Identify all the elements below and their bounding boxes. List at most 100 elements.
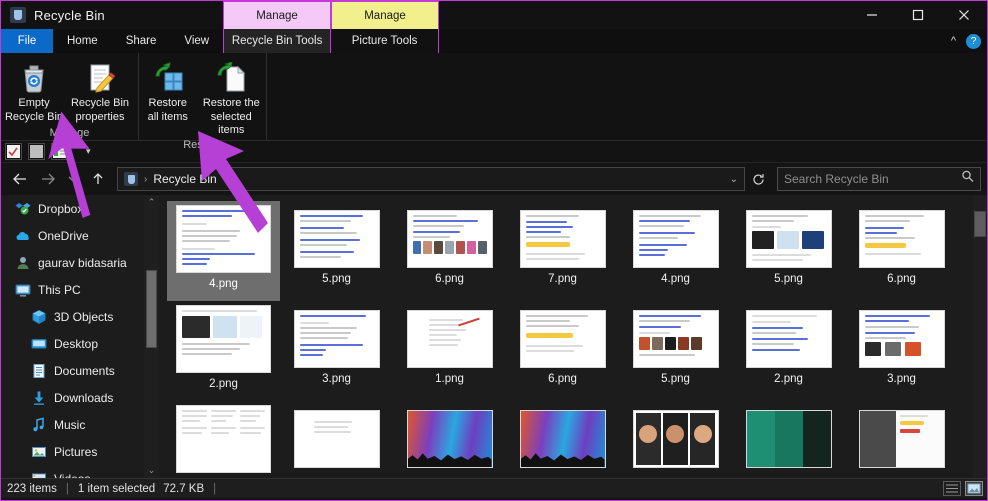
file-tile[interactable]: 7.png [506, 201, 619, 301]
breadcrumb-dropdown-icon[interactable]: ⌄ [730, 174, 738, 185]
file-tile[interactable] [280, 401, 393, 478]
file-tile[interactable] [506, 401, 619, 478]
sidebar-item-downloads[interactable]: Downloads [1, 384, 159, 411]
chevron-up-icon[interactable]: ^ [951, 35, 956, 47]
back-button[interactable] [7, 166, 33, 192]
file-tile[interactable] [619, 401, 732, 478]
minimize-button[interactable] [849, 1, 895, 29]
tab-picture-tools-label: Picture Tools [351, 35, 418, 47]
file-tile[interactable]: 3.png [280, 301, 393, 401]
file-tile[interactable]: 6.png [506, 301, 619, 401]
ribbon-group-restore-items: Restore all items Restore the selected i… [139, 53, 266, 137]
sidebar-item-desktop[interactable]: Desktop [1, 330, 159, 357]
sidebar-item-videos[interactable]: Videos [1, 465, 159, 478]
sidebar-scrollbar[interactable]: ⌃ ⌄ [144, 195, 159, 478]
tab-recycle-bin-tools[interactable]: Recycle Bin Tools [223, 29, 332, 53]
blank-icon[interactable] [28, 143, 45, 160]
properties-icon[interactable] [5, 143, 22, 160]
sidebar-scroll-down-button[interactable]: ⌄ [144, 463, 159, 478]
sidebar-item-label: Downloads [54, 390, 114, 405]
file-tile[interactable] [845, 401, 958, 478]
file-tile[interactable]: 2.png [167, 301, 280, 401]
file-tile[interactable]: 6.png [393, 201, 506, 301]
file-name: 4.png [209, 278, 238, 290]
file-thumbnail [632, 310, 719, 368]
file-tile[interactable]: 1.png [393, 301, 506, 401]
file-tile[interactable]: 6.png [845, 201, 958, 301]
window-title: Recycle Bin [34, 7, 105, 23]
window-controls [849, 1, 987, 29]
file-thumbnail [176, 205, 271, 273]
content-scrollbar-thumb[interactable] [974, 211, 986, 237]
sidebar-item-onedrive[interactable]: OneDrive [1, 222, 159, 249]
contextual-tab-recycle-bin-tools[interactable]: Manage [223, 1, 331, 29]
sidebar-item-gaurav-bidasaria[interactable]: gaurav bidasaria [1, 249, 159, 276]
file-tile[interactable]: 5.png [619, 301, 732, 401]
file-name: 6.png [435, 273, 464, 285]
tab-view[interactable]: View [170, 29, 223, 53]
file-tile[interactable] [732, 401, 845, 478]
empty-recycle-bin-label-line2: Recycle Bin [4, 111, 64, 123]
recent-locations-button[interactable] [63, 166, 83, 192]
content-scrollbar[interactable] [973, 195, 987, 478]
tab-share[interactable]: Share [112, 29, 171, 53]
breadcrumb-label[interactable]: Recycle Bin [153, 172, 216, 186]
empty-recycle-bin-button[interactable]: Empty Recycle Bin [1, 57, 67, 125]
file-thumbnail [293, 410, 380, 468]
sidebar-item-label: Pictures [54, 444, 98, 459]
tab-home[interactable]: Home [53, 29, 112, 53]
rename-icon[interactable] [51, 143, 68, 160]
file-tile[interactable] [393, 401, 506, 478]
quick-access-dropdown-icon[interactable]: ▾ [86, 146, 91, 157]
sidebar-item-pictures[interactable]: Pictures [1, 438, 159, 465]
file-tile[interactable]: 4.png [619, 201, 732, 301]
restore-selected-items-button[interactable]: Restore the selected items [197, 57, 266, 137]
refresh-button[interactable] [747, 173, 769, 186]
tab-share-label: Share [125, 35, 157, 47]
ribbon-group-manage-items: Empty Recycle Bin Recycle Bin properties [1, 53, 138, 125]
sidebar-item-label: This PC [38, 282, 81, 297]
sidebar-scrollbar-thumb[interactable] [146, 270, 157, 348]
tab-file[interactable]: File [1, 29, 53, 53]
file-thumbnail [858, 410, 945, 468]
maximize-button[interactable] [895, 1, 941, 29]
file-thumbnail [519, 210, 606, 268]
sidebar-item-label: 3D Objects [54, 309, 114, 324]
up-button[interactable] [85, 166, 111, 192]
restore-all-items-button[interactable]: Restore all items [139, 57, 197, 137]
status-trailing-divider: | [213, 482, 217, 495]
file-tile[interactable]: 5.png [280, 201, 393, 301]
sidebar-scroll-up-button[interactable]: ⌃ [144, 195, 159, 210]
contextual-tab-picture-tools[interactable]: Manage [331, 1, 439, 29]
sidebar-item-this-pc[interactable]: This PC [1, 276, 159, 303]
music-icon [31, 417, 47, 433]
sidebar-item-3d-objects[interactable]: 3D Objects [1, 303, 159, 330]
close-button[interactable] [941, 1, 987, 29]
file-tile[interactable]: 5.png [732, 201, 845, 301]
breadcrumb[interactable]: › Recycle Bin ⌄ [117, 167, 745, 191]
tab-picture-tools[interactable]: Picture Tools [331, 29, 440, 53]
search-icon[interactable] [961, 170, 974, 188]
file-tile[interactable]: 3.png [845, 301, 958, 401]
help-icon[interactable]: ? [966, 33, 981, 49]
3d-objects-icon [31, 309, 47, 325]
file-tile[interactable]: 4.png [167, 201, 280, 301]
file-thumbnail [406, 410, 493, 468]
file-tile[interactable]: 2.png [732, 301, 845, 401]
sidebar-item-dropbox[interactable]: Dropbox [1, 195, 159, 222]
large-icons-view-icon[interactable] [965, 481, 983, 496]
breadcrumb-separator: › [144, 173, 148, 185]
sidebar-item-music[interactable]: Music [1, 411, 159, 438]
file-grid-pane[interactable]: 4.png 5.png 6.png 7.png 4.png 5.png 6.pn… [159, 195, 987, 478]
tab-home-label: Home [67, 35, 98, 47]
recycle-bin-properties-button[interactable]: Recycle Bin properties [67, 57, 133, 125]
search-placeholder: Search Recycle Bin [784, 172, 889, 186]
forward-button[interactable] [35, 166, 61, 192]
sidebar-item-documents[interactable]: Documents [1, 357, 159, 384]
search-input[interactable]: Search Recycle Bin [777, 167, 981, 191]
empty-recycle-bin-icon [19, 60, 49, 96]
file-tile[interactable] [167, 401, 280, 478]
tab-recycle-bin-tools-label: Recycle Bin Tools [231, 35, 323, 47]
file-thumbnail [519, 310, 606, 368]
details-view-icon[interactable] [943, 481, 961, 496]
